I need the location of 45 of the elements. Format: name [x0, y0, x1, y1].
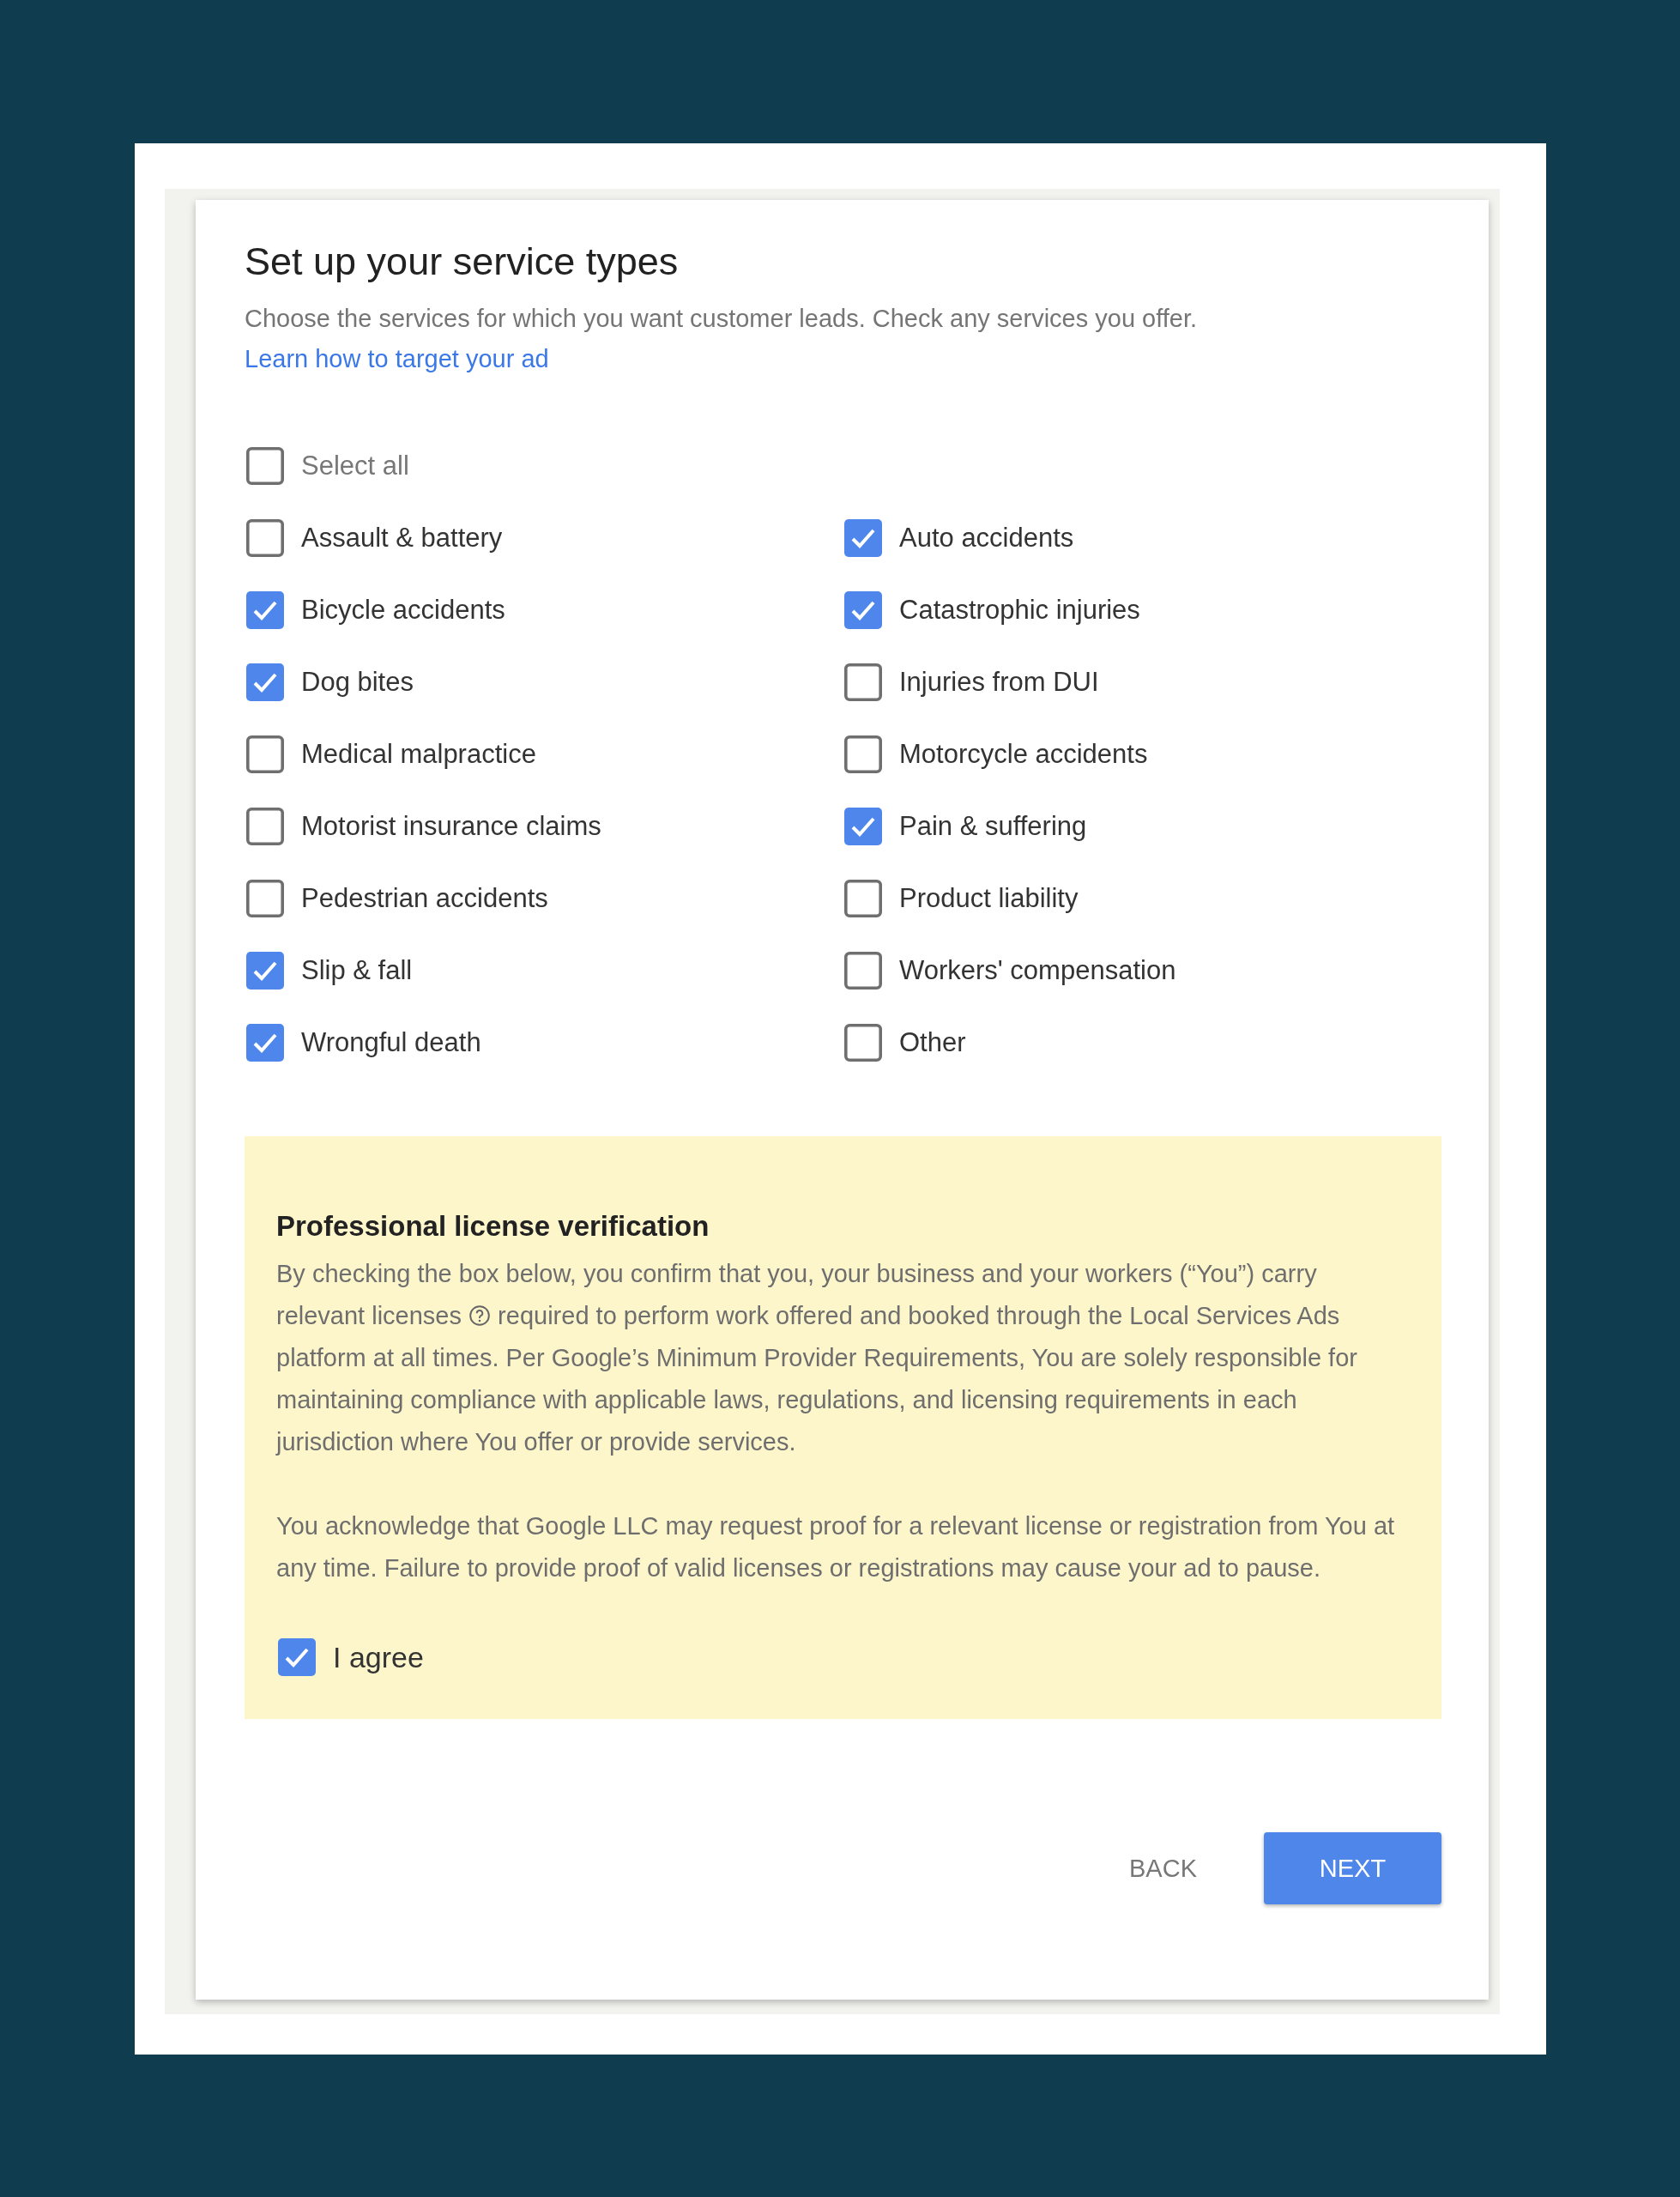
checkbox[interactable] [843, 517, 884, 559]
checkbox[interactable] [245, 445, 286, 487]
checkbox[interactable] [245, 950, 286, 991]
next-button[interactable]: NEXT [1264, 1832, 1441, 1904]
description-text: Choose the services for which you want customer leads. Check any services you offer. Learn how to target your ad [245, 304, 1199, 374]
checkbox-label: Other [899, 1027, 966, 1058]
checkbox[interactable] [843, 806, 884, 847]
checkbox-label: I agree [333, 1640, 424, 1674]
checkbox-label: Medical malpractice [301, 739, 536, 770]
checkbox[interactable] [276, 1637, 317, 1678]
checkbox-label: Workers' compensation [899, 955, 1176, 986]
checkbox-label: Product liability [899, 883, 1079, 914]
checkbox-label: Slip & fall [301, 955, 413, 986]
checkbox-label: Wrongful death [301, 1027, 481, 1058]
checkbox-label: Dog bites [301, 667, 414, 698]
checkbox-label: Pain & suffering [899, 811, 1087, 842]
panel-paragraph: By checking the box below, you confirm that you, your business and your workers (“You”) carry relevant licenses required to perform work offered and booked through the Local Services Ads platform at all times. Per Google’s Minimum Provider Requirements, You are solely responsible for maintaining compliance with applicable laws, regulations, and licensing requirements in each jurisdiction where You offer or provide services. [276, 1259, 1358, 1457]
checkbox[interactable] [245, 734, 286, 775]
panel-paragraph: You acknowledge that Google LLC may request proof for a relevant license or registration from You at any time. Failure to provide proof of valid licenses or registrations may cause your ad to pause. [276, 1511, 1396, 1583]
checkbox-label: Bicycle accidents [301, 595, 505, 626]
panel-heading: Professional license verification [276, 1210, 710, 1243]
checkbox-label: Catastrophic injuries [899, 595, 1140, 626]
checkbox[interactable] [843, 590, 884, 631]
checkbox[interactable] [843, 734, 884, 775]
checkbox-label: Auto accidents [899, 523, 1074, 554]
checkbox[interactable] [843, 878, 884, 919]
checkbox[interactable] [245, 590, 286, 631]
checkbox[interactable] [245, 806, 286, 847]
checkbox-label: Assault & battery [301, 523, 503, 554]
back-button[interactable]: BACK [1112, 1837, 1214, 1900]
checkbox[interactable] [245, 517, 286, 559]
checkbox-label: Motorcycle accidents [899, 739, 1148, 770]
checkbox[interactable] [245, 1022, 286, 1063]
checkbox[interactable] [843, 1022, 884, 1063]
checkbox-label: Injuries from DUI [899, 667, 1099, 698]
checkbox-label: Pedestrian accidents [301, 883, 548, 914]
learn-link[interactable]: Learn how to target your ad [245, 345, 549, 372]
checkbox[interactable] [843, 662, 884, 703]
checkbox[interactable] [245, 662, 286, 703]
checkbox[interactable] [245, 878, 286, 919]
checkbox-label: Motorist insurance claims [301, 811, 601, 842]
page-title: Set up your service types [245, 239, 680, 285]
checkbox[interactable] [843, 950, 884, 991]
checkbox-label: Select all [301, 451, 409, 481]
help-icon[interactable] [468, 1304, 492, 1327]
